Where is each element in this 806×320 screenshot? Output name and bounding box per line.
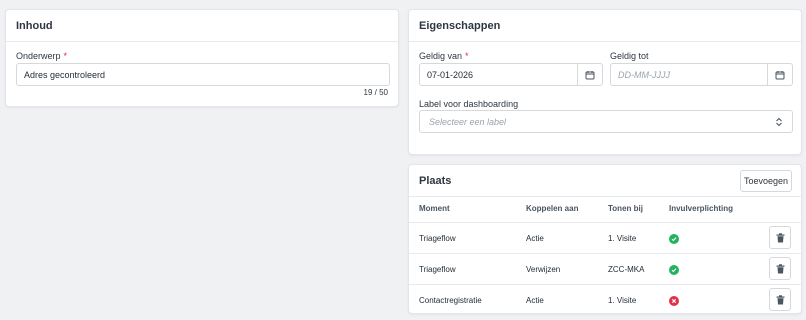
table-row: Triageflow Actie 1. Visite	[409, 222, 801, 253]
trash-icon	[776, 232, 784, 242]
delete-row-button[interactable]	[769, 226, 791, 249]
check-circle-icon	[669, 265, 679, 275]
label-dashboarding-label: Label voor dashboarding	[419, 99, 519, 109]
char-counter: 19 / 50	[363, 88, 388, 97]
cell-koppelen: Actie	[526, 296, 544, 305]
eigenschappen-title: Eigenschappen	[409, 10, 801, 42]
geldig-tot-label: Geldig tot	[610, 51, 649, 61]
required-mark: *	[63, 51, 68, 61]
calendar-icon	[775, 70, 785, 79]
delete-row-button[interactable]	[769, 257, 791, 280]
label-dashboarding-select[interactable]: Selecteer een label	[419, 110, 793, 133]
table-row: Triageflow Verwijzen ZCC-MKA	[409, 253, 801, 284]
geldig-tot-calendar-button[interactable]	[767, 64, 792, 85]
geldig-tot-placeholder: DD-MM-JJJJ	[618, 69, 670, 80]
column-header-invulverplichting: Invulverplichting	[669, 204, 734, 213]
plaats-title: Plaats	[419, 174, 452, 187]
delete-row-button[interactable]	[769, 288, 791, 311]
onderwerp-input[interactable]: Adres gecontroleerd	[16, 63, 390, 86]
label-dashboarding-placeholder: Selecteer een label	[429, 116, 507, 127]
column-header-moment: Moment	[419, 204, 450, 213]
toevoegen-button[interactable]: Toevoegen	[740, 170, 792, 192]
cell-tonen: 1. Visite	[608, 296, 637, 305]
eigenschappen-card: Eigenschappen Geldig van * 07-01-2026 Gel…	[408, 9, 802, 155]
cell-koppelen: Actie	[526, 234, 544, 243]
check-circle-icon	[669, 234, 679, 244]
x-circle-icon	[669, 296, 679, 306]
table-row: Contactregistratie Actie 1. Visite	[409, 284, 801, 315]
trash-icon	[776, 294, 784, 304]
cell-koppelen: Verwijzen	[526, 265, 561, 274]
cell-tonen: 1. Visite	[608, 234, 637, 243]
column-header-koppelen: Koppelen aan	[526, 204, 579, 213]
inhoud-title: Inhoud	[6, 10, 398, 42]
geldig-van-calendar-button[interactable]	[577, 64, 602, 85]
required-mark: *	[465, 51, 469, 61]
plaats-card: Plaats Toevoegen Moment Koppelen aan Ton…	[408, 164, 802, 314]
geldig-van-value: 07-01-2026	[427, 69, 474, 80]
geldig-tot-input[interactable]: DD-MM-JJJJ	[610, 63, 793, 86]
calendar-icon	[585, 70, 595, 79]
geldig-van-input[interactable]: 07-01-2026	[419, 63, 603, 86]
cell-tonen: ZCC-MKA	[608, 265, 645, 274]
cell-moment: Triageflow	[419, 234, 456, 243]
geldig-van-label: Geldig van *	[419, 51, 469, 61]
inhoud-card: Inhoud Onderwerp * Adres gecontroleerd 19…	[5, 9, 399, 107]
cell-moment: Triageflow	[419, 265, 456, 274]
column-header-tonen: Tonen bij	[608, 204, 643, 213]
trash-icon	[776, 263, 784, 273]
onderwerp-label: Onderwerp *	[16, 51, 68, 61]
cell-moment: Contactregistratie	[419, 296, 482, 305]
chevron-up-down-icon	[776, 117, 782, 127]
